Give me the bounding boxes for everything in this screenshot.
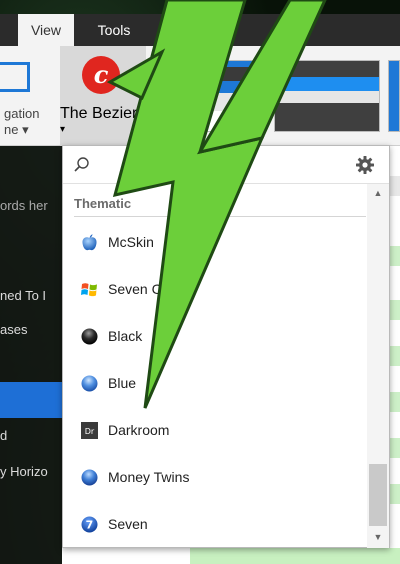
ribbon: gation ne ▾ c The Bezier ▾ — [0, 46, 400, 146]
scroll-down-arrow-icon[interactable]: ▼ — [373, 532, 383, 542]
palette-preview-3[interactable] — [388, 60, 400, 132]
gallery-search-input[interactable] — [91, 154, 351, 176]
scroll-up-arrow-icon[interactable]: ▲ — [373, 188, 383, 198]
skin-item-label: Seven Cla — [108, 281, 173, 297]
tab-view[interactable]: View — [18, 14, 74, 46]
blue-sphere-icon — [81, 375, 98, 392]
ribbon-tab-bar: View Tools ers — [0, 14, 400, 46]
group-header-thematic: Thematic — [74, 196, 132, 211]
nav-item[interactable]: y Horizo — [0, 464, 48, 479]
seven-icon: 7 — [81, 516, 98, 533]
skin-item-label: Seven — [108, 516, 148, 532]
skin-item-seven-classic[interactable]: Seven Cla — [63, 269, 367, 309]
grid-bottom-row — [190, 548, 400, 564]
skin-selector-label: The Bezier — [60, 105, 138, 122]
search-icon — [74, 157, 89, 172]
gallery-scrollbar[interactable]: ▲ ▼ — [367, 184, 389, 548]
nav-item[interactable]: ned To I — [0, 288, 46, 303]
skin-item-label: Black — [108, 328, 143, 344]
black-sphere-icon — [81, 328, 98, 345]
search-hint: ords her — [0, 198, 48, 213]
gallery-search-row — [63, 146, 389, 184]
bezier-logo-icon: c — [82, 56, 120, 94]
group-divider — [74, 216, 366, 217]
skin-gallery-dropdown: Thematic McSkin Seven Cla Black Blue Dr … — [62, 145, 390, 548]
navigation-label-2: ne ▾ — [4, 122, 29, 137]
tab-ers[interactable]: ers — [160, 14, 220, 46]
navigation-label: gation — [4, 106, 40, 121]
skin-selector-chevron: ▾ — [60, 124, 66, 135]
skin-item-black[interactable]: Black — [63, 316, 367, 356]
apple-icon — [82, 234, 97, 251]
nav-item-selected[interactable] — [0, 382, 62, 418]
skin-item-mcskin[interactable]: McSkin — [63, 222, 367, 262]
palette-preview-2[interactable] — [274, 60, 380, 132]
skin-item-label: Blue — [108, 375, 137, 391]
svg-text:Dr: Dr — [85, 427, 95, 436]
nav-item[interactable]: d — [0, 428, 7, 443]
svg-text:7: 7 — [86, 519, 94, 532]
skin-item-label: Money Twins — [108, 469, 190, 485]
navigation-pane: ords her ned To I ases d y Horizo — [0, 146, 62, 564]
skin-selector-button[interactable]: c The Bezier ▾ — [60, 46, 146, 146]
dr-icon: Dr — [81, 422, 98, 439]
skin-item-money-twins[interactable]: Money Twins — [63, 457, 367, 497]
skin-item-darkroom[interactable]: Dr Darkroom — [63, 410, 367, 450]
tab-tools[interactable]: Tools — [84, 14, 144, 46]
navigation-pane-button[interactable]: gation ne ▾ — [0, 46, 58, 146]
skin-item-label: Darkroom — [108, 422, 170, 438]
scrollbar-thumb[interactable] — [369, 464, 387, 526]
skin-item-label: McSkin — [108, 234, 154, 250]
skin-list: Thematic McSkin Seven Cla Black Blue Dr … — [63, 184, 367, 548]
skin-item-blue[interactable]: Blue — [63, 363, 367, 403]
navigation-pane-icon — [0, 62, 30, 92]
gear-icon[interactable] — [355, 155, 375, 175]
skin-item-seven[interactable]: 7 Seven — [63, 504, 367, 544]
blue-sphere-icon — [81, 469, 98, 486]
palette-preview-1[interactable] — [150, 60, 266, 132]
windows-flag-icon — [81, 283, 97, 297]
nav-item[interactable]: ases — [0, 322, 27, 337]
